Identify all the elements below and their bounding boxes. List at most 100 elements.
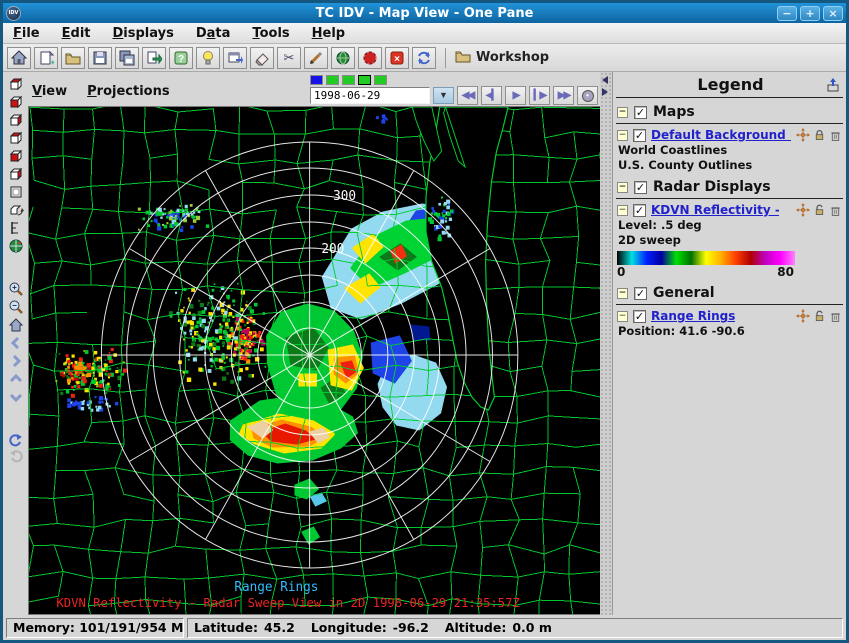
new-display-button[interactable]: ✶ bbox=[34, 47, 58, 69]
time-step-3[interactable] bbox=[358, 75, 371, 85]
pan-up-button[interactable] bbox=[7, 371, 24, 386]
go-to-start-button[interactable]: ◀◀ bbox=[457, 86, 478, 105]
pan-right-button[interactable] bbox=[7, 353, 24, 368]
refresh-icon bbox=[416, 50, 432, 66]
box-outline-button[interactable] bbox=[7, 184, 24, 199]
display-link[interactable]: Range Rings bbox=[651, 309, 735, 323]
zoom-in-button[interactable]: + bbox=[7, 281, 24, 296]
menu-edit[interactable]: Edit bbox=[62, 26, 91, 41]
save-button[interactable] bbox=[88, 47, 112, 69]
visibility-checkbox[interactable] bbox=[633, 129, 646, 142]
menu-displays[interactable]: Displays bbox=[113, 26, 174, 41]
next-display-button[interactable] bbox=[223, 47, 247, 69]
menu-data[interactable]: Data bbox=[196, 26, 231, 41]
svg-text:−: − bbox=[12, 301, 17, 310]
home-button[interactable] bbox=[7, 47, 31, 69]
maximize-button[interactable]: + bbox=[800, 6, 820, 21]
cube-top-button[interactable] bbox=[7, 76, 24, 91]
svg-text:+: + bbox=[12, 283, 17, 292]
collapse-toggle[interactable] bbox=[617, 311, 628, 322]
menu-tools[interactable]: Tools bbox=[252, 26, 289, 41]
animation-properties-button[interactable]: • bbox=[577, 86, 598, 105]
map-menu-view[interactable]: View bbox=[32, 84, 67, 99]
zoom-out-button[interactable]: − bbox=[7, 299, 24, 314]
trash-icon[interactable] bbox=[829, 310, 842, 323]
position-status: Latitude: 45.2 Longitude: -96.2 Altitude… bbox=[187, 618, 843, 638]
time-step-1[interactable] bbox=[326, 75, 339, 85]
visibility-checkbox[interactable] bbox=[633, 204, 646, 217]
globe-projection-button[interactable] bbox=[7, 238, 24, 253]
move-icon[interactable] bbox=[796, 128, 810, 142]
colorbar-max: 80 bbox=[777, 265, 794, 279]
stop-loads-button[interactable] bbox=[358, 47, 382, 69]
erase-button[interactable] bbox=[250, 47, 274, 69]
unlock-icon[interactable] bbox=[813, 204, 826, 217]
legend-header: Legend bbox=[616, 74, 843, 98]
cube-left-button[interactable] bbox=[7, 112, 24, 127]
reset-home-button[interactable] bbox=[7, 317, 24, 332]
reflectivity-colorbar[interactable] bbox=[617, 251, 795, 265]
unlock-icon[interactable] bbox=[813, 310, 826, 323]
collapse-toggle[interactable] bbox=[617, 288, 628, 299]
menu-file[interactable]: File bbox=[13, 26, 40, 41]
display-link[interactable]: Default Background Maps bbox=[651, 128, 791, 142]
redo-button[interactable] bbox=[7, 450, 24, 465]
lock-icon[interactable] bbox=[813, 129, 826, 142]
trash-icon[interactable] bbox=[829, 204, 842, 217]
cube-front-button[interactable] bbox=[7, 148, 24, 163]
play-button[interactable]: ▶ bbox=[505, 86, 526, 105]
visibility-checkbox[interactable] bbox=[634, 106, 647, 119]
workshop-favorites[interactable]: Workshop bbox=[455, 48, 549, 68]
cube-bottom-button[interactable] bbox=[7, 94, 24, 109]
rings-position-label: Position: 41.6 -90.6 bbox=[618, 324, 843, 339]
step-forward-button[interactable]: ▎▶ bbox=[529, 86, 550, 105]
remove-displays-button[interactable]: × bbox=[385, 47, 409, 69]
collapse-toggle[interactable] bbox=[617, 130, 628, 141]
map-menu-projections[interactable]: Projections bbox=[87, 84, 169, 99]
visibility-checkbox[interactable] bbox=[634, 287, 647, 300]
show-tips-button[interactable] bbox=[196, 47, 220, 69]
collapse-toggle[interactable] bbox=[617, 205, 628, 216]
title-bar[interactable]: IDV TC IDV - Map View - One Pane − + × bbox=[3, 3, 846, 23]
visibility-checkbox[interactable] bbox=[633, 310, 646, 323]
vertical-scale-button[interactable] bbox=[7, 220, 24, 235]
collapse-toggle[interactable] bbox=[617, 107, 628, 118]
open-bundle-button[interactable] bbox=[61, 47, 85, 69]
time-step-2[interactable] bbox=[342, 75, 355, 85]
move-icon[interactable] bbox=[796, 203, 810, 217]
display-link[interactable]: KDVN Reflectivity - Radar _ bbox=[651, 203, 779, 217]
export-button[interactable] bbox=[142, 47, 166, 69]
undo-button[interactable] bbox=[7, 432, 24, 447]
splitter-collapse-left-icon[interactable] bbox=[602, 76, 608, 84]
menu-help[interactable]: Help bbox=[312, 26, 345, 41]
time-field[interactable]: 1998-06-29 21:35:57Z bbox=[310, 87, 430, 104]
move-icon[interactable] bbox=[796, 309, 810, 323]
pan-left-button[interactable] bbox=[7, 335, 24, 350]
step-back-button[interactable]: ◀▎ bbox=[481, 86, 502, 105]
pan-down-button[interactable] bbox=[7, 389, 24, 404]
refresh-button[interactable] bbox=[412, 47, 436, 69]
cut-button[interactable]: ✂ bbox=[277, 47, 301, 69]
save-as-button[interactable] bbox=[115, 47, 139, 69]
rotate-cube-button[interactable] bbox=[7, 202, 24, 217]
cube-back-button[interactable] bbox=[7, 166, 24, 181]
time-step-4[interactable] bbox=[374, 75, 387, 85]
time-dropdown-button[interactable]: ▼ bbox=[433, 87, 454, 104]
time-step-0[interactable] bbox=[310, 75, 323, 85]
dashboard-button[interactable]: ? bbox=[169, 47, 193, 69]
visibility-checkbox[interactable] bbox=[634, 181, 647, 194]
collapse-toggle[interactable] bbox=[617, 182, 628, 193]
go-to-end-button[interactable]: ▶▶ bbox=[553, 86, 574, 105]
float-legend-icon[interactable] bbox=[825, 77, 841, 93]
panel-splitter[interactable] bbox=[600, 72, 612, 615]
edit-button[interactable] bbox=[304, 47, 328, 69]
trash-icon[interactable] bbox=[829, 129, 842, 142]
splitter-collapse-right-icon[interactable] bbox=[602, 88, 608, 96]
cube-right-button[interactable] bbox=[7, 130, 24, 145]
legend-item-range-rings: Range Rings bbox=[616, 305, 843, 324]
globe-view-button[interactable] bbox=[331, 47, 355, 69]
minimize-button[interactable]: − bbox=[777, 6, 797, 21]
map-canvas[interactable]: 200300Range RingsKDVN Reflectivity - Rad… bbox=[28, 106, 600, 615]
map-menu-bar: View Projections bbox=[32, 84, 170, 105]
close-button[interactable]: × bbox=[823, 6, 843, 21]
